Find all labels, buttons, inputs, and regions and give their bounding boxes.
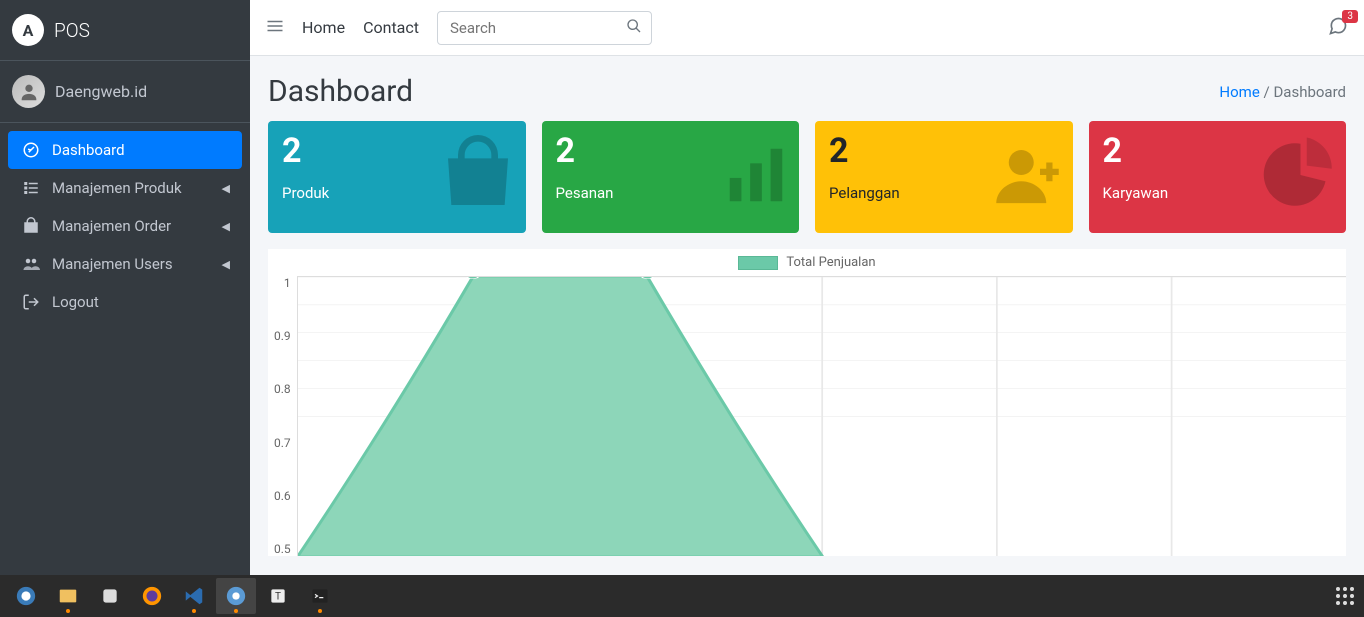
chart-body: 1 0.9 0.8 0.7 0.6 0.5 [268, 276, 1346, 556]
main: Home Contact 3 Dashboard Home / Dashboa [250, 0, 1364, 575]
breadcrumb-current: Dashboard [1273, 83, 1346, 101]
topbar: Home Contact 3 [250, 0, 1364, 56]
taskbar-app-1[interactable] [6, 578, 46, 614]
notif-badge: 3 [1342, 10, 1358, 23]
sidebar-item-label: Manajemen Users [52, 255, 173, 273]
topnav-contact[interactable]: Contact [363, 18, 419, 37]
chart-plot-area[interactable] [297, 276, 1346, 556]
page-title: Dashboard [268, 74, 413, 109]
sidebar-item-produk[interactable]: Manajemen Produk ◀ [8, 169, 242, 207]
breadcrumb: Home / Dashboard [1219, 83, 1346, 101]
sidebar-item-label: Dashboard [52, 141, 125, 159]
svg-text:T: T [275, 591, 281, 602]
sidebar-item-label: Logout [52, 293, 99, 311]
content: Dashboard Home / Dashboard 2 Produk 2 [250, 56, 1364, 575]
chevron-left-icon: ◀ [222, 182, 230, 195]
taskbar: T [0, 575, 1364, 617]
chart-container: Total Penjualan 1 0.9 0.8 0.7 0.6 0.5 [268, 249, 1346, 556]
y-tick: 0.6 [274, 489, 291, 503]
taskbar-app-firefox[interactable] [132, 578, 172, 614]
breadcrumb-sep: / [1264, 83, 1270, 101]
taskbar-app-vscode[interactable] [174, 578, 214, 614]
chevron-left-icon: ◀ [222, 258, 230, 271]
breadcrumb-home[interactable]: Home [1219, 83, 1259, 101]
sidebar-item-order[interactable]: Manajemen Order ◀ [8, 207, 242, 245]
dashboard-icon [20, 141, 42, 159]
sidebar-item-dashboard[interactable]: Dashboard [8, 131, 242, 169]
taskbar-app-chromium[interactable] [216, 578, 256, 614]
topnav-home[interactable]: Home [302, 18, 345, 37]
search-wrap [437, 11, 652, 45]
taskbar-app-files[interactable] [48, 578, 88, 614]
brand-logo-icon: A [12, 14, 44, 46]
sidebar-item-users[interactable]: Manajemen Users ◀ [8, 245, 242, 283]
bag-icon [20, 217, 42, 235]
sidebar-item-label: Manajemen Order [52, 217, 171, 235]
legend-swatch [738, 256, 778, 270]
y-tick: 1 [284, 276, 291, 290]
brand[interactable]: A POS [0, 0, 250, 61]
stat-cards: 2 Produk 2 Pesanan 2 Pelanggan [250, 121, 1364, 233]
user-plus-icon [990, 138, 1065, 217]
bar-chart-icon [721, 140, 791, 214]
taskbar-app-terminal[interactable] [300, 578, 340, 614]
chart-y-axis: 1 0.9 0.8 0.7 0.6 0.5 [274, 276, 297, 556]
legend-label: Total Penjualan [786, 255, 875, 270]
search-button[interactable] [616, 11, 652, 45]
brand-name: POS [54, 19, 90, 42]
pie-chart-icon [1263, 138, 1338, 217]
sidebar: A POS Daengweb.id Dashboard Manajemen Pr… [0, 0, 250, 575]
users-icon [20, 255, 42, 273]
content-header: Dashboard Home / Dashboard [250, 56, 1364, 121]
search-icon [626, 18, 642, 34]
y-tick: 0.9 [274, 329, 291, 343]
y-tick: 0.5 [274, 542, 291, 556]
logout-icon [20, 293, 42, 311]
list-icon [20, 179, 42, 197]
chevron-left-icon: ◀ [222, 220, 230, 233]
taskbar-app-text[interactable]: T [258, 578, 298, 614]
hamburger-icon[interactable] [266, 17, 284, 39]
taskbar-apps-grid[interactable] [1336, 587, 1354, 605]
sidebar-item-logout[interactable]: Logout [8, 283, 242, 321]
shopping-bag-icon [438, 135, 518, 219]
card-produk[interactable]: 2 Produk [268, 121, 526, 233]
card-pelanggan[interactable]: 2 Pelanggan [815, 121, 1073, 233]
card-karyawan[interactable]: 2 Karyawan [1089, 121, 1347, 233]
taskbar-app-3[interactable] [90, 578, 130, 614]
avatar [12, 75, 45, 108]
card-pesanan[interactable]: 2 Pesanan [542, 121, 800, 233]
sidebar-nav: Dashboard Manajemen Produk ◀ Manajemen O… [0, 123, 250, 329]
sidebar-item-label: Manajemen Produk [52, 179, 182, 197]
user-name: Daengweb.id [55, 82, 147, 101]
messages-button[interactable]: 3 [1328, 16, 1348, 40]
chart-legend[interactable]: Total Penjualan [268, 249, 1346, 276]
y-tick: 0.8 [274, 382, 291, 396]
y-tick: 0.7 [274, 436, 291, 450]
user-panel[interactable]: Daengweb.id [0, 61, 250, 123]
